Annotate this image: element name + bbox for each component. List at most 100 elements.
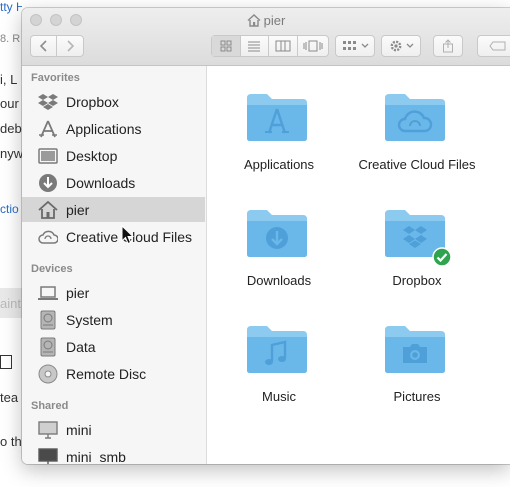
pictures-folder-icon: [385, 326, 445, 373]
applications-folder-icon: [247, 94, 307, 141]
gear-icon: [390, 40, 401, 52]
action-button[interactable]: [381, 35, 421, 57]
creative-cloud-icon: [38, 227, 58, 247]
sidebar-item-label: Downloads: [66, 174, 136, 191]
background-text: i, L: [0, 72, 18, 87]
list-view-icon: [248, 41, 261, 52]
sidebar-item-device-pier[interactable]: pier: [22, 280, 205, 305]
cover-flow-view-button[interactable]: [298, 36, 328, 56]
sidebar-item-label: Dropbox: [66, 93, 119, 110]
sidebar-item-desktop[interactable]: Desktop: [22, 143, 205, 168]
sidebar-item-label: pier: [66, 284, 90, 301]
folder-item-label: Dropbox: [392, 273, 442, 288]
sidebar-item-label: Data: [66, 338, 96, 355]
chevron-right-icon: [67, 40, 75, 52]
mouse-cursor-icon: [121, 225, 134, 245]
folder-item-pictures[interactable]: Pictures: [342, 322, 492, 417]
sidebar-item-label: Desktop: [66, 147, 118, 164]
background-text: aint: [0, 296, 21, 311]
sidebar-item-downloads[interactable]: Downloads: [22, 170, 205, 195]
folder-item-label: Creative Cloud Files: [358, 157, 476, 172]
view-mode-control: [211, 35, 329, 57]
list-view-button[interactable]: [241, 36, 270, 56]
sidebar-item-label: Applications: [66, 120, 142, 137]
laptop-icon: [38, 283, 58, 303]
arrange-button[interactable]: [335, 35, 375, 57]
sidebar-item-label: mini_smb: [66, 448, 126, 465]
sync-checkmark-icon: [432, 247, 452, 267]
chevron-down-icon: [361, 43, 368, 48]
navigation-buttons: [30, 35, 84, 57]
column-view-button[interactable]: [269, 36, 298, 56]
background-text: tty Heuzenbeer: [0, 0, 22, 14]
sidebar-item-label: Remote Disc: [66, 365, 147, 382]
tag-icon: [488, 41, 505, 51]
folder-item-label: Pictures: [393, 389, 441, 404]
finder-window: pier Favorites Dropbox Applications Desk…: [22, 8, 510, 464]
background-window: tty Heuzenbeer 8. R i, L our deb nyw cti…: [0, 0, 22, 487]
titlebar: pier: [22, 8, 510, 66]
chevron-left-icon: [39, 40, 47, 52]
sidebar-item-label: mini: [66, 421, 92, 438]
display-icon: [38, 420, 58, 440]
background-text: tea: [0, 390, 19, 405]
folder-item-creative-cloud-files[interactable]: Creative Cloud Files: [342, 90, 492, 185]
arrange-grid-icon: [342, 41, 356, 50]
icon-view-button[interactable]: [212, 36, 241, 56]
tags-button[interactable]: [477, 35, 510, 57]
home-icon: [38, 200, 58, 220]
sidebar-item-label: System: [66, 311, 113, 328]
sidebar-section-favorites: Favorites: [31, 72, 80, 84]
sidebar-section-devices: Devices: [31, 263, 73, 275]
share-button[interactable]: [433, 35, 463, 57]
sidebar: Favorites Dropbox Applications Desktop D…: [22, 66, 207, 464]
folder-item-label: Music: [262, 389, 296, 404]
sidebar-item-data[interactable]: Data: [22, 334, 205, 359]
creative-cloud-folder-icon: [385, 94, 445, 141]
sidebar-item-system[interactable]: System: [22, 307, 205, 332]
sidebar-item-pier[interactable]: pier: [22, 197, 205, 222]
background-text: nyw: [0, 146, 22, 161]
folder-item-label: Downloads: [246, 273, 312, 288]
background-text: 8. R: [0, 33, 21, 45]
folder-item-dropbox[interactable]: Dropbox: [342, 206, 492, 301]
column-view-icon: [275, 40, 291, 52]
music-folder-icon: [247, 326, 307, 373]
downloads-icon: [38, 173, 58, 193]
folder-item-downloads[interactable]: Downloads: [204, 206, 354, 301]
folder-item-label: Applications: [243, 157, 315, 172]
sidebar-item-creative-cloud-files[interactable]: Creative Cloud Files: [22, 224, 205, 249]
optical-disc-icon: [38, 364, 58, 384]
folder-item-music[interactable]: Music: [204, 322, 354, 417]
sidebar-item-mini[interactable]: mini: [22, 417, 205, 442]
icon-view-icon: [220, 40, 232, 52]
disk-icon: [38, 310, 58, 330]
background-text: o th: [0, 434, 22, 449]
sidebar-item-remote-disc[interactable]: Remote Disc: [22, 361, 205, 386]
display-icon: [38, 447, 58, 464]
sidebar-item-applications[interactable]: Applications: [22, 116, 205, 141]
chevron-down-icon: [406, 43, 413, 48]
background-text: our: [0, 96, 19, 111]
desktop-icon: [38, 146, 58, 166]
sidebar-item-label: pier: [66, 201, 90, 218]
share-icon: [443, 39, 453, 53]
dropbox-icon: [38, 92, 58, 112]
sidebar-section-shared: Shared: [31, 400, 69, 412]
sidebar-item-mini-smb[interactable]: mini_smb: [22, 444, 205, 464]
background-icon: [0, 355, 12, 369]
background-text: deb: [0, 121, 22, 136]
back-button[interactable]: [31, 36, 58, 56]
disk-icon: [38, 337, 58, 357]
window-title-text: pier: [263, 13, 286, 28]
cover-flow-view-icon: [303, 40, 323, 52]
downloads-folder-icon: [247, 210, 307, 257]
sidebar-item-dropbox[interactable]: Dropbox: [22, 89, 205, 114]
background-text: ctio: [0, 202, 19, 216]
forward-button[interactable]: [57, 36, 83, 56]
window-title: pier: [22, 13, 510, 30]
applications-icon: [38, 119, 58, 139]
file-browser: Applications Creative Cloud Files Downlo…: [207, 66, 510, 464]
home-icon: [247, 14, 261, 30]
folder-item-applications[interactable]: Applications: [204, 90, 354, 185]
